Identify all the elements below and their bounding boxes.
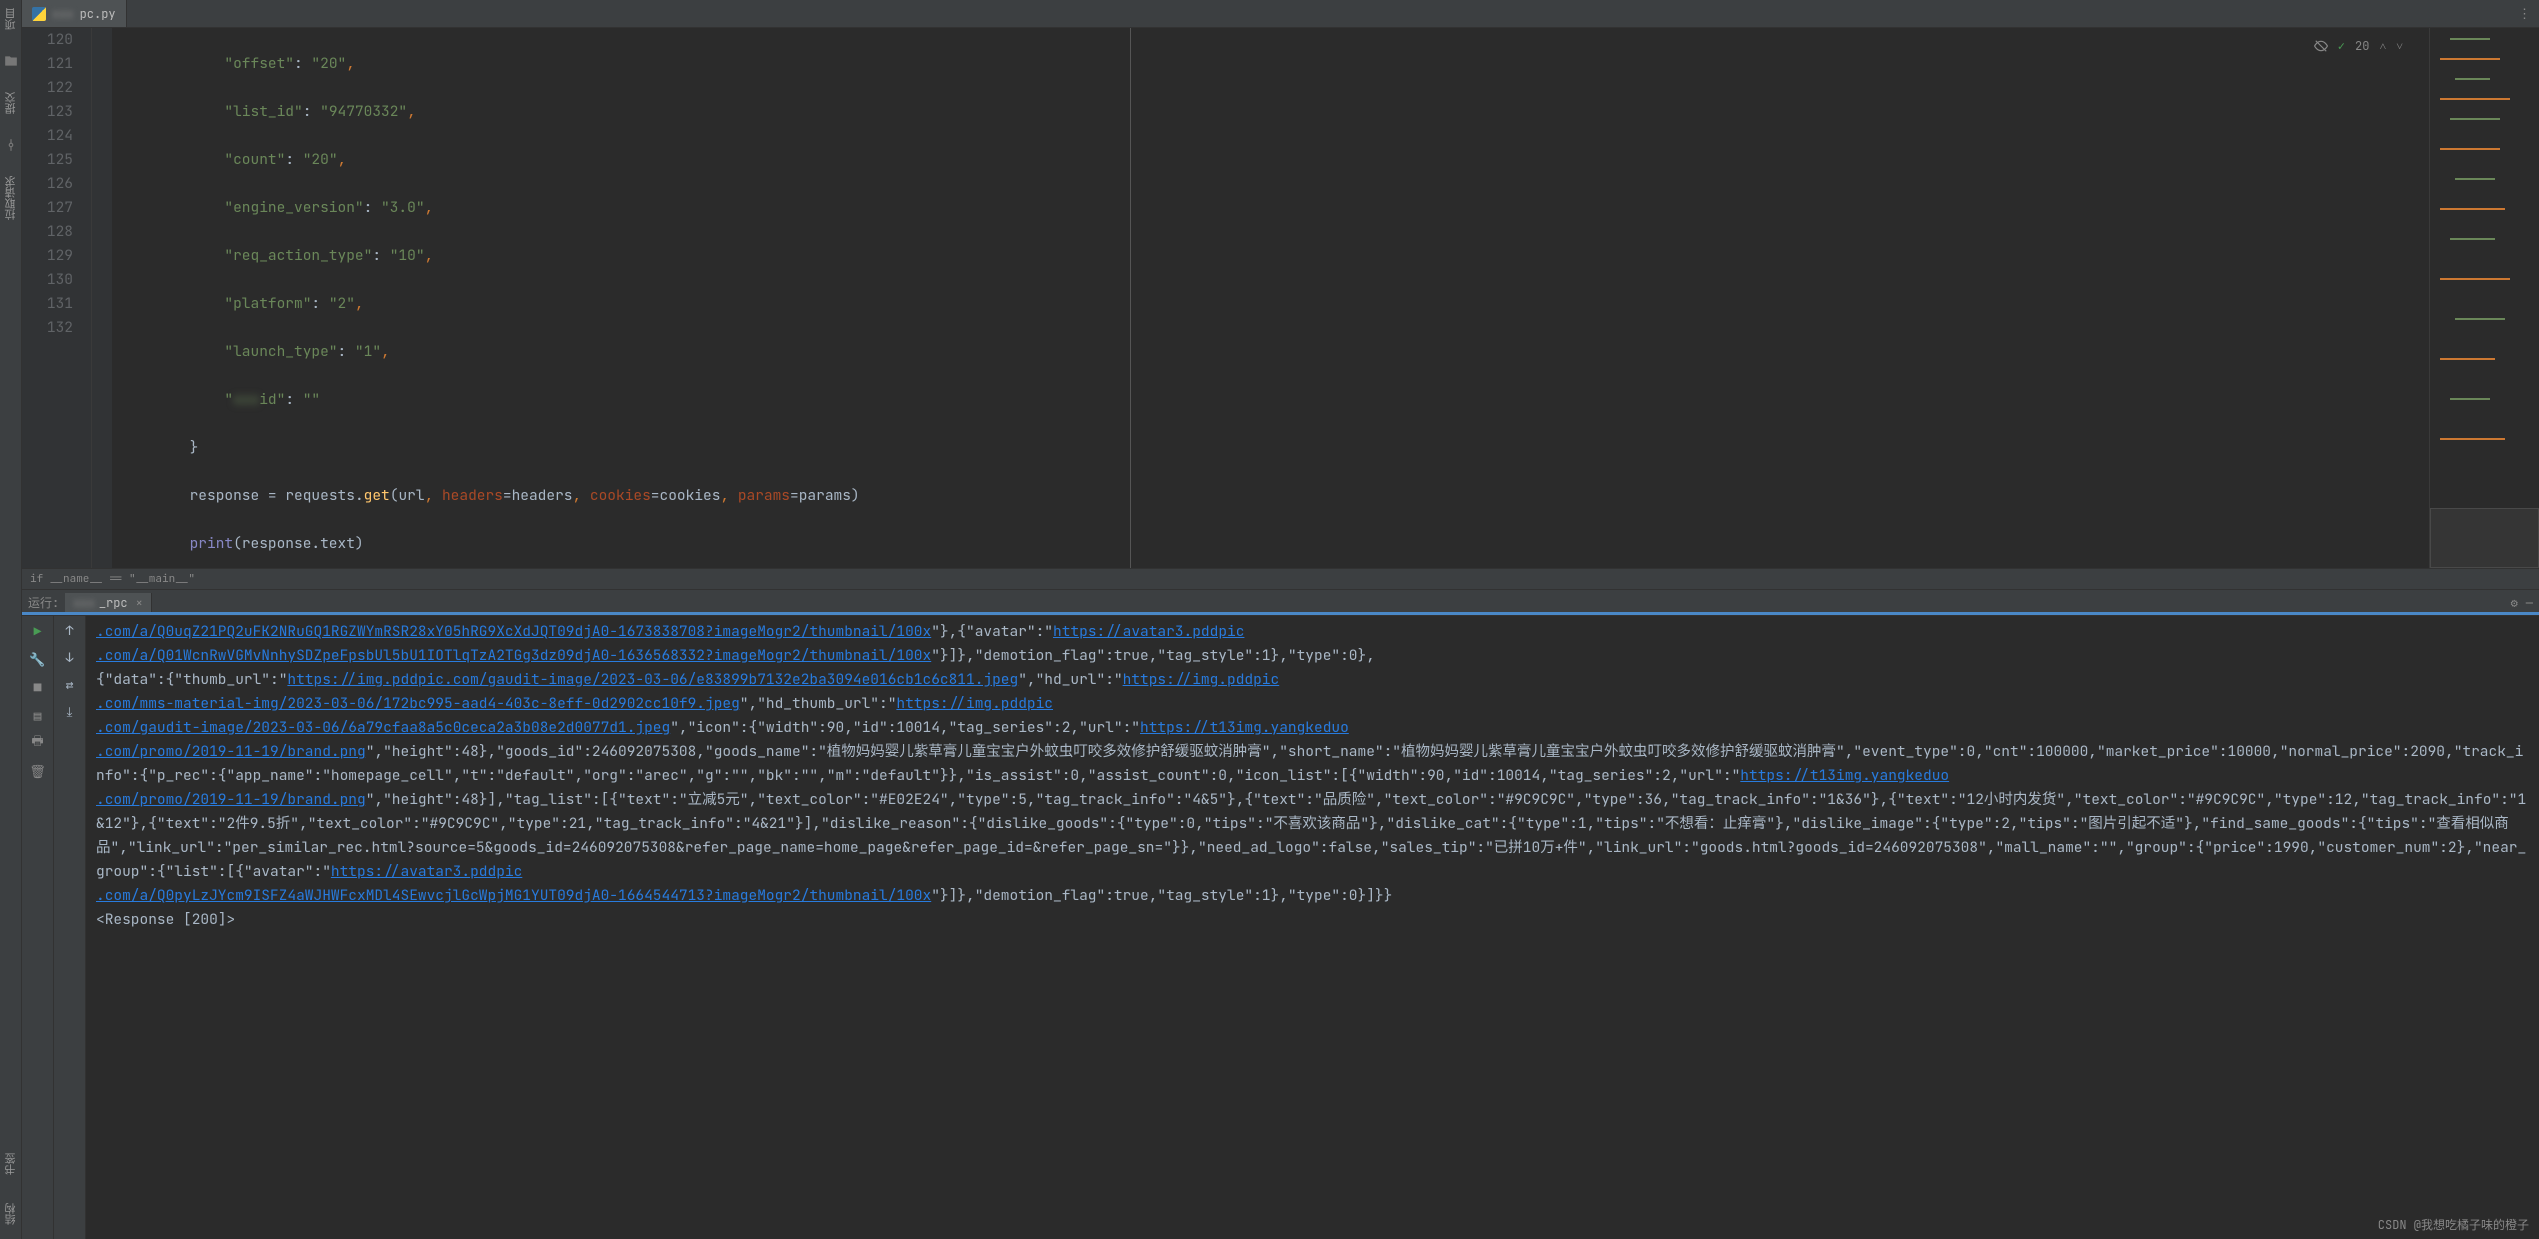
minimap[interactable] [2429,28,2539,568]
console-link[interactable]: https://img.pddpic.com/gaudit-image/2023… [287,670,1018,689]
nav-down-icon[interactable]: ˅ [2396,38,2403,54]
scroll-down-icon[interactable]: ↓ [66,649,74,666]
nav-up-icon[interactable]: ˄ [2379,38,2386,54]
wrench-icon[interactable]: 🔧 [29,650,47,668]
line-number: 120 [22,28,73,52]
sidebar-bookmark[interactable]: 书签 [3,1149,19,1179]
console-link[interactable]: https://avatar3.pddpic [331,862,522,881]
console-link[interactable]: https://avatar3.pddpic [1053,622,1244,641]
watermark: CSDN @我想吃橘子味的橙子 [2378,1216,2529,1233]
fold-column [92,28,112,568]
console-link[interactable]: https://img.pddpic [896,694,1053,713]
sidebar-pull[interactable]: 拉取请求 [3,172,19,224]
console-output[interactable]: .com/a/Q0uqZ21PQ2uFK2NRuGQ1RGZWYmRSR28xY… [86,616,2539,1239]
sidebar-commit[interactable]: 提交 [3,88,19,118]
sidebar-structure[interactable]: 结构 [3,1199,19,1229]
check-icon: ✓ [2338,38,2345,54]
console-link[interactable]: .com/promo/2019-11-19/brand.png [96,790,366,809]
soft-wrap-icon[interactable]: ⇄ [66,676,74,693]
scroll-up-icon[interactable]: ↑ [66,622,74,639]
code-area[interactable]: "offset": "20", "list_id": "94770332", "… [112,28,2539,568]
print-icon[interactable]: 🖶 [29,734,47,752]
run-header: 运行: xxx_rpc × ⚙ — [22,590,2539,616]
console-link[interactable]: https://t13img.yangkeduo [1740,766,1949,785]
run-button[interactable]: ▶ [29,622,47,640]
stop-button[interactable]: ■ [29,678,47,696]
minimize-icon[interactable]: — [2526,595,2533,611]
editor-separator [1130,28,1131,568]
trash-icon[interactable]: 🗑 [29,762,47,780]
console-link[interactable]: https://img.pddpic [1123,670,1280,689]
line-number: 129 [22,244,73,268]
folder-icon [4,54,18,68]
run-label: 运行: [28,594,59,611]
inspection-widget[interactable]: ✓ 20 ˄ ˅ [2308,36,2409,56]
editor-tab[interactable]: xxx pc.py [22,0,127,27]
line-number: 122 [22,76,73,100]
left-sidebar: 项目 提交 拉取请求 书签 结构 [0,0,22,1239]
tab-filename-blur: xxx [52,6,74,22]
response-status: <Response [200]> [96,910,235,929]
line-number: 128 [22,220,73,244]
scroll-end-icon[interactable]: ⤓ [67,703,73,720]
inspection-count: 20 [2355,38,2369,54]
line-number: 127 [22,196,73,220]
python-file-icon [32,7,46,21]
line-number: 123 [22,100,73,124]
console-link[interactable]: .com/a/Q01WcnRwVGMvNnhySDZpeFpsbUl5bU1IO… [96,646,931,665]
tab-filename: pc.py [80,6,116,22]
layout-icon[interactable]: ▤ [29,706,47,724]
line-number: 124 [22,124,73,148]
run-toolbar-right: ↑ ↓ ⇄ ⤓ [54,616,86,1239]
sidebar-project[interactable]: 项目 [3,4,19,34]
breadcrumb[interactable]: if __name__ == "__main__" [22,568,2539,590]
commit-icon [4,138,18,152]
line-number: 130 [22,268,73,292]
code-editor[interactable]: 120 121 122 123 124 125 126 127 128 129 … [22,28,2539,568]
tab-menu-icon[interactable]: ⋮ [2510,0,2539,27]
line-number: 125 [22,148,73,172]
line-number: 132 [22,316,73,340]
console-link[interactable]: https://t13img.yangkeduo [1140,718,1349,737]
line-number: 126 [22,172,73,196]
console-link[interactable]: .com/a/Q0uqZ21PQ2uFK2NRuGQ1RGZWYmRSR28xY… [96,622,931,641]
console-link[interactable]: .com/mms-material-img/2023-03-06/172bc99… [96,694,740,713]
editor-tab-bar: xxx pc.py ⋮ [22,0,2539,28]
line-number: 131 [22,292,73,316]
close-icon[interactable]: × [136,595,143,611]
run-tool-window: 运行: xxx_rpc × ⚙ — ▶ 🔧 ■ ▤ 🖶 🗑 ↑ ↓ ⇄ ⤓ .c… [22,590,2539,1239]
console-link[interactable]: .com/a/Q0pyLzJYcm9ISFZ4aWJHWFcxMDl4SEwvc… [96,886,931,905]
run-toolbar-left: ▶ 🔧 ■ ▤ 🖶 🗑 [22,616,54,1239]
eye-off-icon [2314,39,2328,53]
console-link[interactable]: .com/promo/2019-11-19/brand.png [96,742,366,761]
run-config-tab[interactable]: xxx_rpc × [65,593,152,613]
minimap-viewport[interactable] [2430,508,2539,568]
settings-icon[interactable]: ⚙ [2511,595,2518,611]
line-gutter: 120 121 122 123 124 125 126 127 128 129 … [22,28,92,568]
line-number: 121 [22,52,73,76]
console-link[interactable]: .com/gaudit-image/2023-03-06/6a79cfaa8a5… [96,718,670,737]
